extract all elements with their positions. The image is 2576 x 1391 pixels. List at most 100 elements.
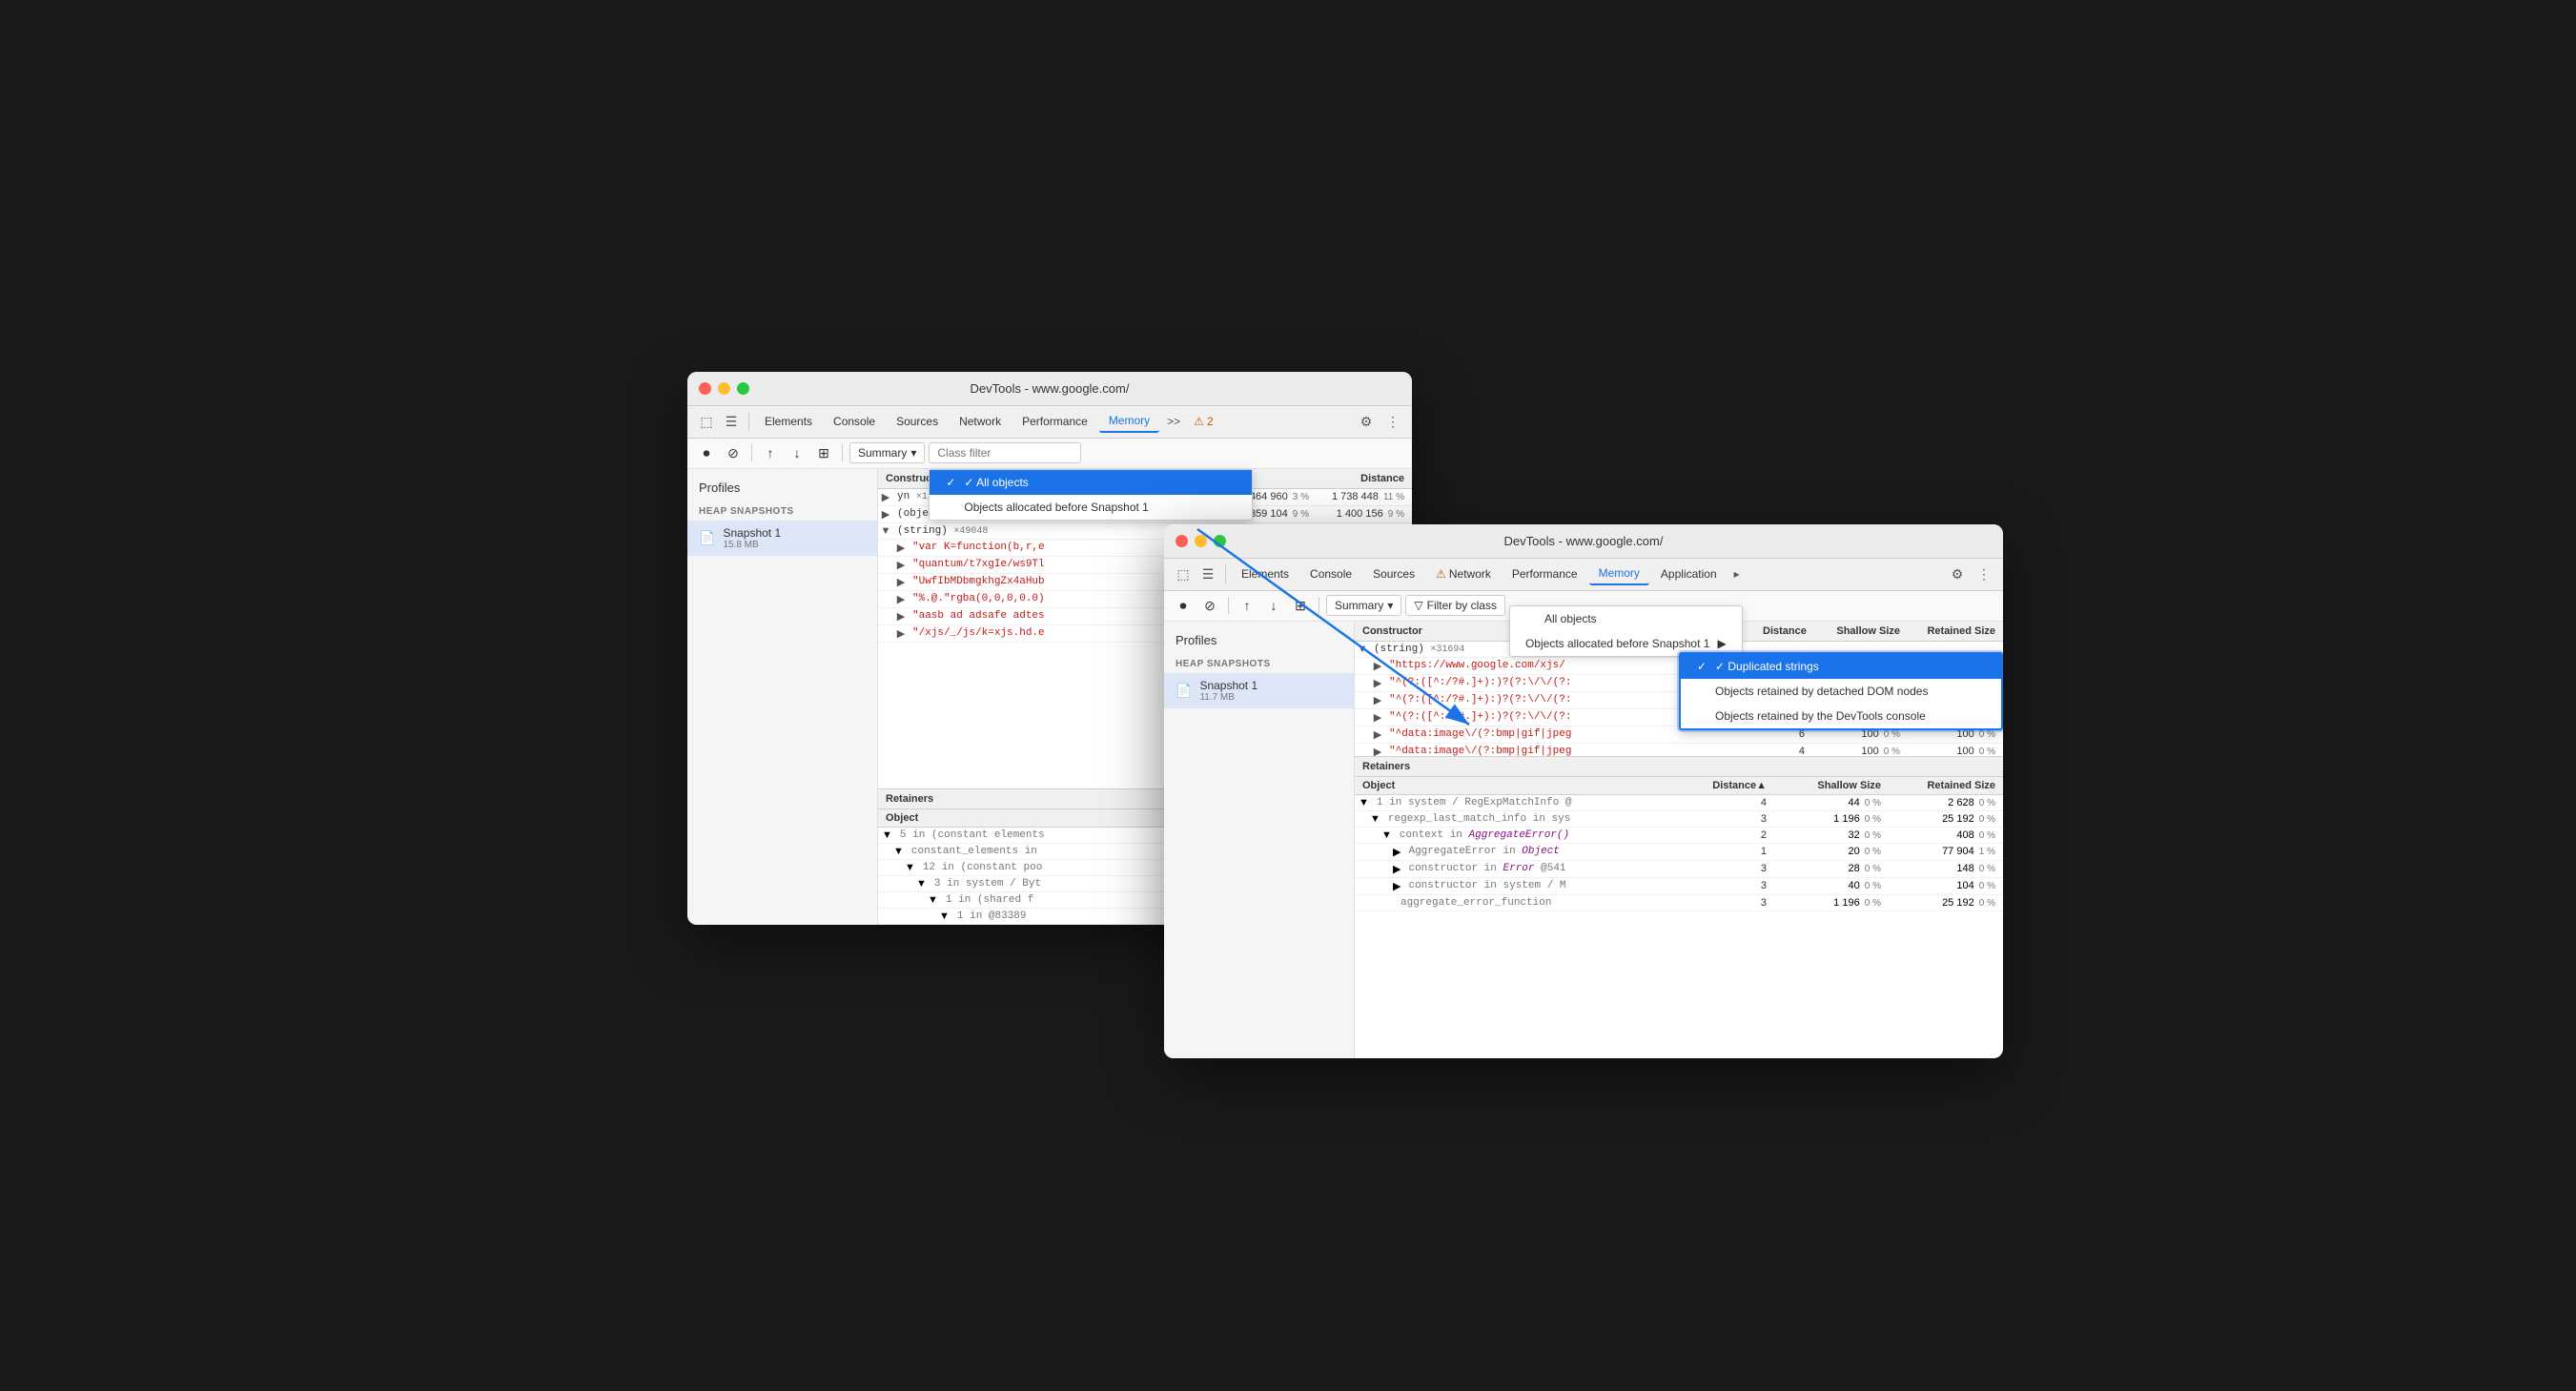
minimize-button-front[interactable] xyxy=(1195,535,1207,547)
download-btn-front[interactable]: ↓ xyxy=(1262,594,1285,617)
tab-memory-front[interactable]: Memory xyxy=(1589,563,1649,585)
expand-icon-f6[interactable]: ▶ xyxy=(1370,746,1385,756)
maximize-button-front[interactable] xyxy=(1214,535,1226,547)
upload-btn-front[interactable]: ↑ xyxy=(1236,594,1258,617)
tab-sources-front[interactable]: Sources xyxy=(1363,563,1424,584)
device-icon-front[interactable]: ☰ xyxy=(1196,563,1219,585)
tab-memory-back[interactable]: Memory xyxy=(1099,410,1159,433)
expand-icon-2[interactable]: ▼ xyxy=(878,525,893,537)
summary-dropdown-back[interactable]: Summary ▾ xyxy=(849,442,925,463)
sidebar-back: Profiles HEAP SNAPSHOTS 📄 Snapshot 1 15.… xyxy=(687,469,878,925)
expand-icon-4[interactable]: ▶ xyxy=(893,559,909,571)
download-btn-back[interactable]: ↓ xyxy=(786,441,808,464)
snapshot-item-back[interactable]: 📄 Snapshot 1 15.8 MB xyxy=(687,521,877,556)
minimize-button-back[interactable] xyxy=(718,382,730,395)
ret-dist-f4: 3 xyxy=(1698,863,1774,874)
tab-application-front[interactable]: Application xyxy=(1651,563,1727,584)
table-row-front-6[interactable]: ▶ "^data:image\/(?:bmp|gif|jpeg 4 100 0 … xyxy=(1355,744,2003,756)
cursor-icon-front[interactable]: ⬚ xyxy=(1172,563,1195,585)
ret-name-f1: regexp_last_match_info in sys xyxy=(1380,813,1698,825)
ret-expand-f0[interactable]: ▼ xyxy=(1355,797,1369,808)
retainer-row-f3: ▶ AggregateError in Object 1 20 0 % 77 9… xyxy=(1355,844,2003,861)
ret-name-f6: aggregate_error_function xyxy=(1393,897,1698,909)
expand-icon-0[interactable]: ▶ xyxy=(878,491,893,503)
upload-btn-back[interactable]: ↑ xyxy=(759,441,782,464)
more-tabs-front[interactable]: ▸ xyxy=(1728,563,1746,584)
ret-dist-f0: 4 xyxy=(1698,797,1774,808)
tab-network-back[interactable]: Network xyxy=(950,411,1011,432)
ret-expand-f3[interactable]: ▶ xyxy=(1355,846,1400,858)
record-btn-front[interactable]: ⏺ xyxy=(1172,594,1195,617)
ret-expand-f4[interactable]: ▶ xyxy=(1355,863,1400,875)
distance-col-front: Distance xyxy=(1755,625,1812,637)
dropdown-before-snapshot-back[interactable]: Objects allocated before Snapshot 1 xyxy=(930,495,1252,520)
device-icon[interactable]: ☰ xyxy=(720,410,743,433)
tab-network-front[interactable]: ⚠ Network xyxy=(1426,563,1501,584)
tab-elements-back[interactable]: Elements xyxy=(755,411,822,432)
main-content-front: Profiles HEAP SNAPSHOTS 📄 Snapshot 1 11.… xyxy=(1164,622,2003,1058)
expand-icon-7[interactable]: ▶ xyxy=(893,610,909,623)
tab-console-back[interactable]: Console xyxy=(824,411,885,432)
ret-name-f5: constructor in system / M xyxy=(1400,880,1698,891)
ret-retained-f1: 25 192 0 % xyxy=(1889,813,2003,825)
ret-expand-3[interactable]: ▼ xyxy=(878,878,927,890)
collect-btn-front[interactable]: ⊞ xyxy=(1289,594,1312,617)
ret-name-f2: context in AggregateError() xyxy=(1392,829,1698,841)
clear-btn-front[interactable]: ⊘ xyxy=(1198,594,1221,617)
expand-icon-3[interactable]: ▶ xyxy=(893,542,909,554)
retainer-row-f2: ▼ context in AggregateError() 2 32 0 % 4… xyxy=(1355,828,2003,844)
close-button-back[interactable] xyxy=(699,382,711,395)
expand-icon-f0[interactable]: ▼ xyxy=(1355,644,1370,655)
record-btn-back[interactable]: ⏺ xyxy=(695,441,718,464)
dropdown-all-objects-front[interactable]: All objects xyxy=(1510,606,1742,631)
ret-retained-f5: 104 0 % xyxy=(1889,880,2003,891)
close-button-front[interactable] xyxy=(1176,535,1188,547)
dropdown-duplicated-front[interactable]: ✓ ✓ Duplicated strings xyxy=(1681,654,2001,679)
clear-btn-back[interactable]: ⊘ xyxy=(722,441,745,464)
expand-icon-8[interactable]: ▶ xyxy=(893,627,909,640)
expand-icon-5[interactable]: ▶ xyxy=(893,576,909,588)
expand-icon-f2[interactable]: ▶ xyxy=(1370,677,1385,689)
tab-performance-front[interactable]: Performance xyxy=(1503,563,1587,584)
snapshot-item-front[interactable]: 📄 Snapshot 1 11.7 MB xyxy=(1164,673,1354,708)
sidebar-front: Profiles HEAP SNAPSHOTS 📄 Snapshot 1 11.… xyxy=(1164,622,1355,1058)
expand-icon-6[interactable]: ▶ xyxy=(893,593,909,605)
ret-expand-f2[interactable]: ▼ xyxy=(1355,829,1392,841)
retained-f6: 100 0 % xyxy=(1908,746,2003,756)
expand-icon-f5[interactable]: ▶ xyxy=(1370,728,1385,741)
snapshot-size-front: 11.7 MB xyxy=(1199,692,1257,703)
ret-expand-1[interactable]: ▼ xyxy=(878,846,904,857)
maximize-button-back[interactable] xyxy=(737,382,749,395)
expand-icon-f3[interactable]: ▶ xyxy=(1370,694,1385,706)
cursor-icon[interactable]: ⬚ xyxy=(695,410,718,433)
expand-icon-1[interactable]: ▶ xyxy=(878,508,893,521)
settings-icon-front[interactable]: ⚙ xyxy=(1946,563,1969,585)
settings-icon-back[interactable]: ⚙ xyxy=(1355,410,1378,433)
ret-shallow-col-front: Shallow Size xyxy=(1774,780,1889,791)
more-icon-back[interactable]: ⋮ xyxy=(1381,410,1404,433)
row-name-f6: "^data:image\/(?:bmp|gif|jpeg xyxy=(1385,746,1755,756)
class-filter-input-back[interactable] xyxy=(929,442,1081,463)
ret-expand-2[interactable]: ▼ xyxy=(878,862,915,873)
expand-icon-f4[interactable]: ▶ xyxy=(1370,711,1385,724)
tab-performance-back[interactable]: Performance xyxy=(1012,411,1097,432)
ret-expand-0[interactable]: ▼ xyxy=(878,829,892,841)
filter-by-class-btn[interactable]: ▽ Filter by class xyxy=(1405,595,1505,616)
dropdown-all-objects-back[interactable]: ✓ ✓ All objects xyxy=(930,470,1252,495)
dropdown-console-front[interactable]: Objects retained by the DevTools console xyxy=(1681,704,2001,728)
dropdown-back: ✓ ✓ All objects Objects allocated before… xyxy=(929,469,1253,521)
collect-btn-back[interactable]: ⊞ xyxy=(812,441,835,464)
summary-dropdown-front[interactable]: Summary ▾ xyxy=(1326,595,1401,616)
tab-console-front[interactable]: Console xyxy=(1300,563,1361,584)
dropdown-detached-front[interactable]: Objects retained by detached DOM nodes xyxy=(1681,679,2001,704)
retainer-row-f0: ▼ 1 in system / RegExpMatchInfo @ 4 44 0… xyxy=(1355,795,2003,811)
ret-expand-5[interactable]: ▼ xyxy=(878,910,950,922)
more-icon-front[interactable]: ⋮ xyxy=(1973,563,1995,585)
ret-expand-4[interactable]: ▼ xyxy=(878,894,938,906)
tab-sources-back[interactable]: Sources xyxy=(887,411,948,432)
ret-expand-f1[interactable]: ▼ xyxy=(1355,813,1380,825)
more-tabs-back[interactable]: >> xyxy=(1161,411,1186,432)
tab-elements-front[interactable]: Elements xyxy=(1232,563,1298,584)
expand-icon-f1[interactable]: ▶ xyxy=(1370,660,1385,672)
ret-expand-f5[interactable]: ▶ xyxy=(1355,880,1400,892)
